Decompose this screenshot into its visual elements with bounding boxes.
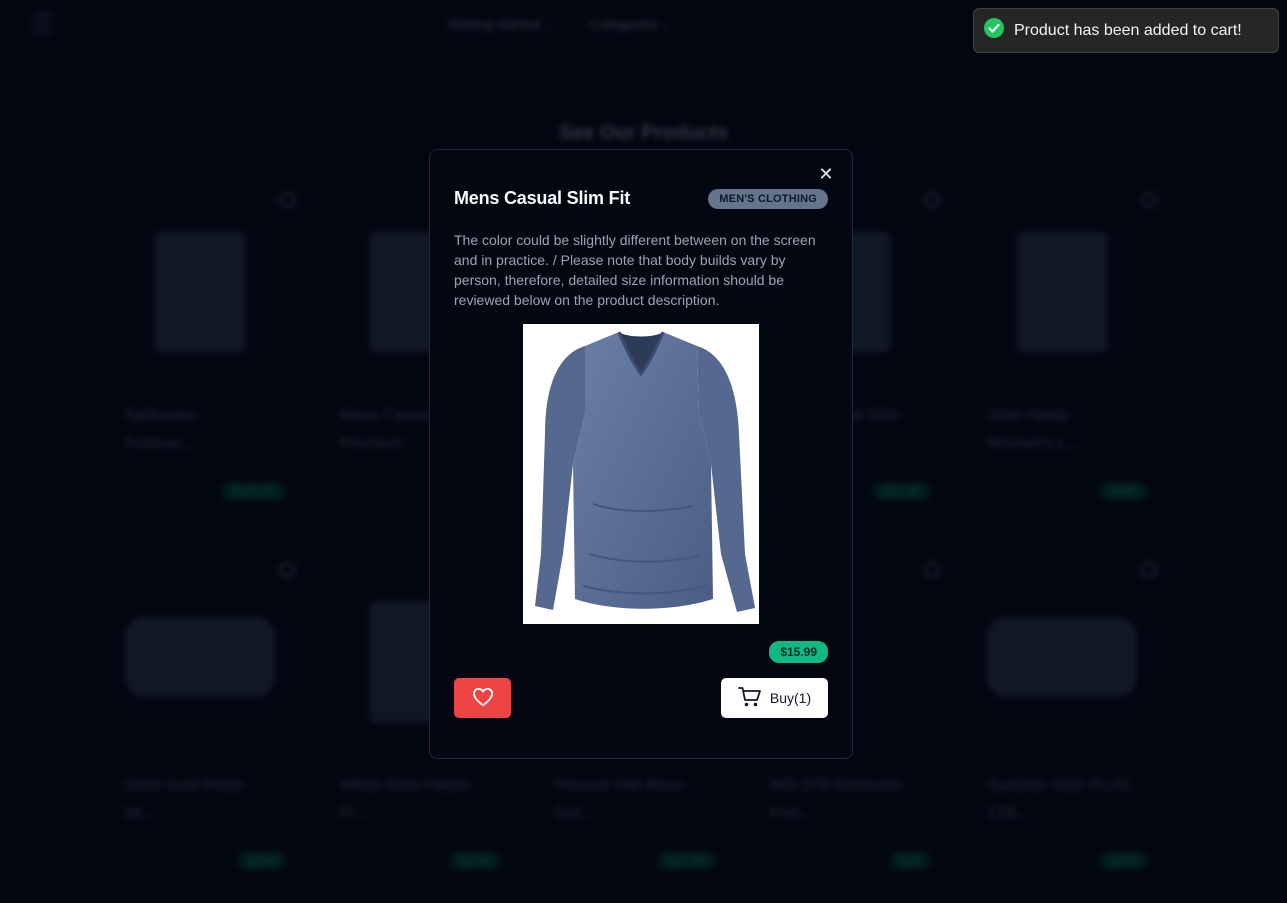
product-image — [523, 324, 759, 624]
cart-icon — [737, 686, 762, 711]
close-icon[interactable]: ✕ — [818, 165, 834, 183]
buy-button[interactable]: Buy(1) — [721, 678, 828, 718]
wishlist-button[interactable] — [454, 678, 511, 718]
price-badge: $15.99 — [769, 641, 828, 663]
product-modal: ✕ Mens Casual Slim Fit MEN'S CLOTHING Th… — [429, 149, 853, 759]
toast-message: Product has been added to cart! — [1014, 21, 1242, 39]
category-badge: MEN'S CLOTHING — [708, 188, 828, 209]
product-description: The color could be slightly different be… — [454, 232, 816, 308]
check-circle-icon — [984, 18, 1004, 43]
heart-icon — [472, 687, 494, 710]
toast-notification: Product has been added to cart! — [973, 8, 1279, 53]
buy-label: Buy(1) — [769, 690, 812, 706]
modal-title: Mens Casual Slim Fit — [454, 188, 631, 208]
